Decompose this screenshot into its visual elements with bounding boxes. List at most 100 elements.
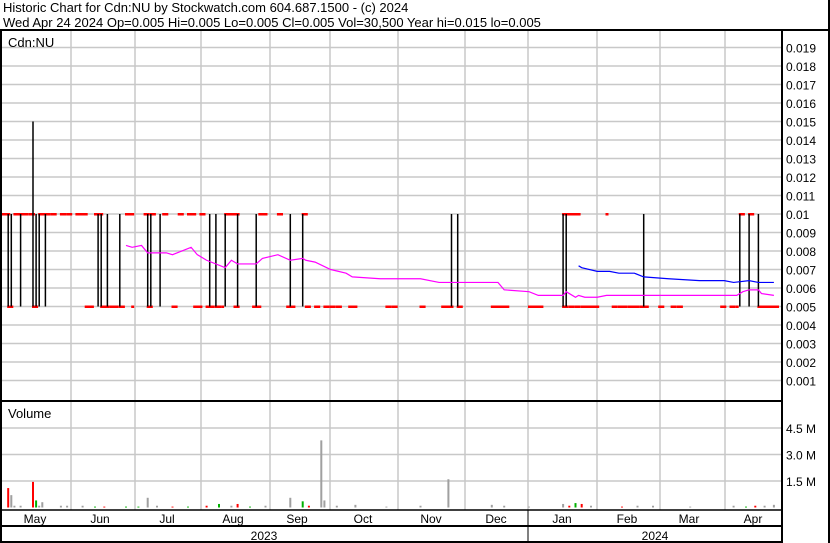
close-mark	[348, 305, 358, 308]
price-tick-label: 0.008	[786, 245, 816, 259]
volume-bar	[41, 502, 44, 508]
month-label: Aug	[222, 512, 243, 526]
month-label: Jul	[159, 512, 174, 526]
month-label: Sep	[286, 512, 308, 526]
close-mark	[187, 213, 197, 216]
close-mark	[490, 305, 510, 308]
month-label: May	[24, 512, 47, 526]
close-mark	[162, 213, 169, 216]
price-tick-label: 0.004	[786, 319, 816, 333]
close-mark	[670, 305, 677, 308]
close-mark	[233, 305, 240, 308]
volume-bar	[32, 481, 34, 508]
price-tick-label: 0.016	[786, 97, 816, 111]
volume-bar	[323, 500, 326, 508]
volume-bar	[301, 501, 304, 508]
volume-bar	[754, 505, 757, 508]
close-mark	[605, 213, 609, 216]
close-mark	[335, 305, 342, 308]
volume-bar	[171, 506, 174, 508]
close-mark	[221, 305, 225, 308]
volume-bar	[38, 505, 41, 508]
volume-tick-label: 4.5 M	[786, 422, 816, 436]
close-mark	[419, 305, 426, 308]
close-mark	[28, 213, 35, 216]
price-panel-title: Cdn:NU	[8, 35, 54, 50]
volume-bar	[590, 505, 592, 508]
close-mark	[323, 305, 330, 308]
price-tick-label: 0.002	[786, 356, 816, 370]
close-mark	[633, 305, 640, 308]
volume-bar	[574, 503, 577, 508]
month-label: Oct	[354, 512, 373, 526]
volume-bar	[307, 505, 310, 508]
close-mark	[143, 213, 150, 216]
price-tick-label: 0.015	[786, 116, 816, 130]
close-mark	[199, 213, 206, 216]
volume-bar	[763, 505, 766, 508]
moving-average-short-line	[125, 244, 774, 298]
close-mark	[720, 305, 727, 308]
volume-bar	[81, 505, 84, 508]
volume-bar	[385, 506, 388, 508]
volume-bar	[156, 505, 158, 508]
volume-bar	[419, 505, 422, 508]
volume-bar	[772, 504, 775, 508]
year-label: 2024	[642, 529, 669, 543]
close-mark	[568, 305, 575, 308]
axes: 0.001 0.002 0.003 0.004 0.005 0.006 0.007 0.008…	[0, 0, 830, 543]
close-mark	[109, 305, 119, 308]
volume-bar	[568, 505, 571, 508]
price-tick-label: 0.017	[786, 79, 816, 93]
close-mark	[84, 305, 94, 308]
close-mark	[574, 305, 581, 308]
price-tick-label: 0.018	[786, 60, 816, 74]
close-mark	[125, 213, 135, 216]
close-mark	[617, 305, 628, 308]
month-label: Jun	[90, 512, 109, 526]
close-mark	[729, 305, 736, 308]
price-tick-label: 0.013	[786, 153, 816, 167]
month-label: Dec	[485, 512, 506, 526]
month-label: Nov	[420, 512, 441, 526]
volume-panel-title: Volume	[8, 406, 51, 421]
close-mark	[131, 305, 135, 308]
volume-bar	[66, 505, 69, 508]
price-tick-label: 0.01	[786, 208, 810, 222]
volume-bar	[59, 505, 62, 508]
month-label: Apr	[744, 512, 763, 526]
volume-tick-label: 3.0 M	[786, 449, 816, 463]
price-tick-label: 0.006	[786, 282, 816, 296]
volume-bar	[580, 503, 583, 508]
close-mark	[314, 305, 321, 308]
volume-bar	[187, 506, 189, 508]
close-mark	[658, 305, 665, 308]
volume-bar	[94, 506, 96, 508]
volume-bar	[689, 506, 692, 508]
close-mark	[193, 305, 203, 308]
volume-bar	[745, 506, 747, 508]
volume-bar	[230, 505, 233, 508]
price-tick-label: 0.009	[786, 227, 816, 241]
close-mark	[329, 305, 336, 308]
volume-bar	[137, 506, 140, 508]
chart: 0.001 0.002 0.003 0.004 0.005 0.006 0.007 0.008…	[0, 0, 830, 543]
close-mark	[757, 305, 779, 308]
volume-bar	[447, 479, 450, 508]
close-mark	[562, 213, 581, 216]
volume-bar	[249, 506, 251, 508]
volume-bar	[218, 503, 220, 508]
year-label: 2023	[251, 529, 278, 543]
close-mark	[447, 305, 454, 308]
volume-bar	[236, 503, 239, 508]
volume-bar	[125, 506, 127, 508]
close-mark	[171, 305, 178, 308]
price-tick-label: 0.011	[786, 190, 815, 204]
close-mark	[276, 213, 283, 216]
volume-bar	[652, 505, 654, 508]
close-mark	[580, 305, 600, 308]
month-label: Jan	[552, 512, 571, 526]
volume-bar	[621, 506, 623, 508]
price-tick-label: 0.007	[786, 264, 816, 278]
grid	[0, 31, 782, 510]
